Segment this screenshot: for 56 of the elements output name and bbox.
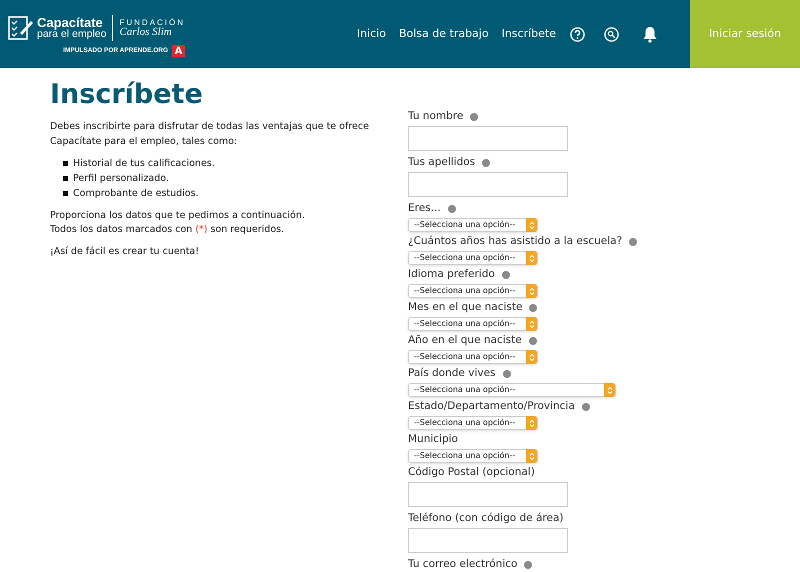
text-field[interactable]: [408, 528, 568, 553]
select-dropdown[interactable]: --Selecciona una opción--: [408, 218, 538, 232]
nav-link[interactable]: Bolsa de trabajo: [398, 26, 489, 43]
foundation-name: Carlos Slim: [119, 26, 173, 38]
benefit-item: Comprobante de estudios.: [73, 187, 199, 201]
field-label: Tus apellidos: [408, 156, 476, 169]
aprende-badge: A: [172, 45, 186, 57]
select-dropdown[interactable]: --Selecciona una opción--: [408, 251, 538, 265]
field-label: ¿Cuántos años has asistido a la escuela?: [408, 235, 622, 248]
field-label: Estado/Departamento/Provincia: [408, 400, 575, 413]
field-label: Teléfono (con código de área): [408, 512, 564, 525]
select-dropdown[interactable]: --Selecciona una opción--: [408, 449, 538, 463]
page-title: Inscríbete: [50, 80, 204, 110]
logo-subtitle: para el empleo: [37, 29, 106, 40]
foundation-label: FUNDACIÓN: [119, 18, 186, 26]
logo-title: Capacítate: [37, 16, 103, 30]
select-arrows-icon: [604, 383, 615, 397]
field-label: Año en el que naciste: [408, 334, 522, 347]
field-label: Municipio: [408, 433, 458, 446]
field-label: Eres...: [408, 202, 441, 215]
select-arrows-icon: [526, 350, 537, 364]
select-dropdown[interactable]: --Selecciona una opción--: [408, 383, 616, 397]
select-dropdown[interactable]: --Selecciona una opción--: [408, 416, 538, 430]
checklist-logo-icon: [8, 15, 34, 41]
field-label: Idioma preferido: [408, 268, 495, 281]
field-label: Mes en el que naciste: [408, 301, 522, 314]
bell-icon[interactable]: [642, 26, 658, 43]
bullet-icon: [63, 161, 68, 166]
field-label: Código Postal (opcional): [408, 466, 535, 479]
bullet-icon: [63, 176, 68, 181]
text-field[interactable]: [408, 482, 568, 507]
field-label: Tu correo electrónico: [408, 558, 518, 571]
bullet-icon: [63, 191, 68, 196]
search-icon[interactable]: [604, 27, 619, 42]
text-field[interactable]: [408, 126, 568, 151]
instruction-text: Proporciona los datos que te pedimos a continuación.: [50, 209, 306, 223]
field-label: Tu nombre: [408, 110, 464, 123]
help-icon[interactable]: [570, 27, 585, 42]
intro-paragraph: Debes inscribirte para disfrutar de todas las ventajas que te ofrece Capacítate para el empleo, tales como:: [50, 120, 370, 149]
select-arrows-icon: [526, 449, 537, 463]
select-dropdown[interactable]: --Selecciona una opción--: [408, 317, 538, 331]
field-label: País donde vives: [408, 367, 496, 380]
benefit-item: Perfil personalizado.: [73, 172, 169, 186]
select-arrows-icon: [526, 284, 537, 298]
instruction-text: Todos los datos marcados con (*) son requeridos.: [50, 223, 286, 237]
select-arrows-icon: [526, 416, 537, 430]
benefit-item: Historial de tus calificaciones.: [73, 157, 215, 171]
nav-link[interactable]: Inscríbete: [502, 26, 556, 43]
closing-text: ¡Así de fácil es crear tu cuenta!: [50, 245, 200, 259]
nav-link[interactable]: Inicio: [356, 26, 386, 43]
select-dropdown[interactable]: --Selecciona una opción--: [408, 284, 538, 298]
select-dropdown[interactable]: --Selecciona una opción--: [408, 350, 538, 364]
select-arrows-icon: [526, 218, 537, 232]
select-arrows-icon: [526, 317, 537, 331]
text-field[interactable]: [408, 172, 568, 197]
select-arrows-icon: [526, 251, 537, 265]
